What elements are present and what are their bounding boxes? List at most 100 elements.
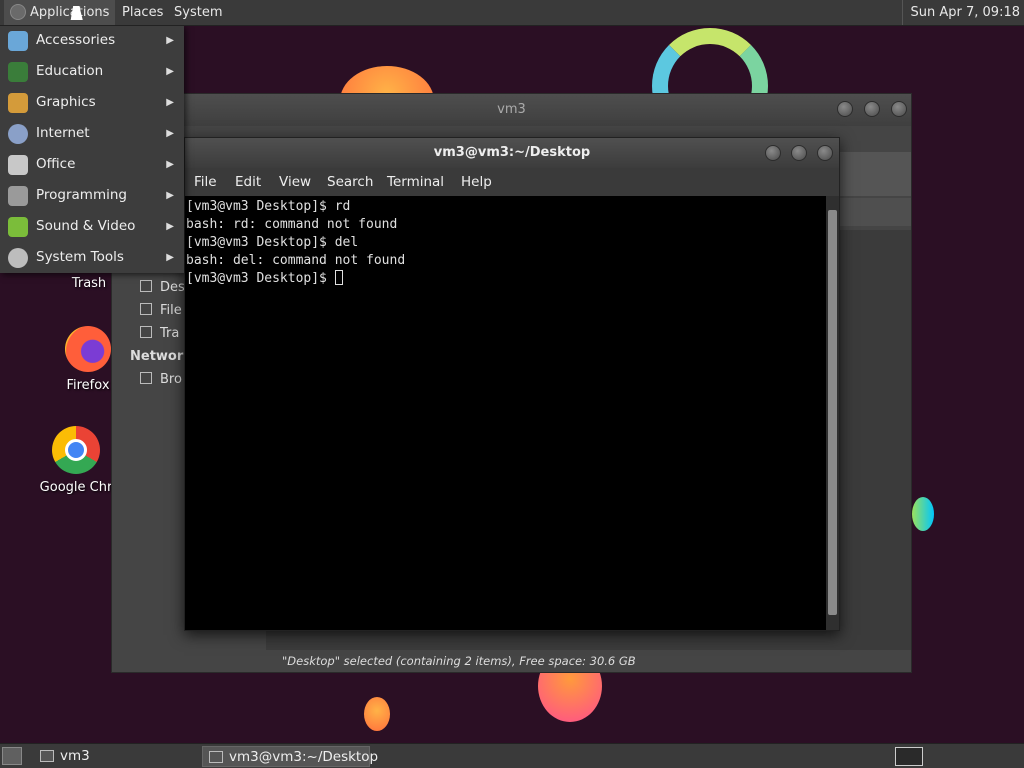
internet-icon xyxy=(8,124,28,144)
scrollbar-thumb[interactable] xyxy=(828,210,837,615)
sidebar-item-label: Tra xyxy=(160,326,180,341)
sidebar-item-desktop[interactable]: Des xyxy=(140,280,185,295)
system-menu-button[interactable]: System xyxy=(174,0,222,25)
menu-item-programming[interactable]: Programming ▶ xyxy=(0,180,184,211)
menu-item-graphics[interactable]: Graphics ▶ xyxy=(0,87,184,118)
terminal-window[interactable]: vm3@vm3:~/Desktop File Edit View Search … xyxy=(184,137,840,631)
office-icon xyxy=(8,155,28,175)
system-tools-icon xyxy=(8,248,28,268)
scrollbar[interactable] xyxy=(826,196,839,630)
applications-menu: Accessories ▶ Education ▶ Graphics ▶ Int… xyxy=(0,25,184,273)
menu-help[interactable]: Help xyxy=(461,168,492,196)
desktop-icon-trash[interactable]: Trash xyxy=(62,276,116,291)
chevron-right-icon: ▶ xyxy=(166,190,174,201)
chevron-right-icon: ▶ xyxy=(166,252,174,263)
menu-item-label: System Tools xyxy=(36,249,124,265)
menu-item-internet[interactable]: Internet ▶ xyxy=(0,118,184,149)
minimize-button[interactable] xyxy=(765,145,781,161)
desktop-icon-chrome[interactable]: Google Chr xyxy=(36,426,116,495)
sound-video-icon xyxy=(8,217,28,237)
top-panel: Applications Places System Sun Apr 7, 09… xyxy=(0,0,1024,26)
status-bar: "Desktop" selected (containing 2 items),… xyxy=(266,650,911,672)
show-desktop-button[interactable] xyxy=(2,747,22,765)
menu-item-label: Education xyxy=(36,63,104,79)
desktop-icon-label: Trash xyxy=(71,276,107,291)
taskbar-item-terminal[interactable]: vm3@vm3:~/Desktop xyxy=(202,746,378,767)
terminal-line: bash: rd: command not found xyxy=(186,217,398,232)
menu-item-system-tools[interactable]: System Tools ▶ xyxy=(0,242,184,273)
menu-item-label: Graphics xyxy=(36,94,96,110)
toolbar xyxy=(839,152,911,196)
maximize-button[interactable] xyxy=(791,145,807,161)
location-bar[interactable] xyxy=(839,198,911,226)
chrome-icon xyxy=(52,426,100,474)
menu-file[interactable]: File xyxy=(194,168,217,196)
chevron-right-icon: ▶ xyxy=(166,97,174,108)
taskbar-item-label: vm3 xyxy=(60,748,90,764)
trash-icon xyxy=(140,326,152,338)
window-titlebar[interactable]: vm3 xyxy=(112,94,911,126)
menu-item-label: Office xyxy=(36,156,76,172)
mouse-pointer-icon xyxy=(70,6,86,20)
applications-menu-button[interactable]: Applications xyxy=(4,0,116,25)
terminal-line: [vm3@vm3 Desktop]$ del xyxy=(186,235,359,250)
wallpaper-shape xyxy=(364,697,390,731)
taskbar-item-file-manager[interactable]: vm3 xyxy=(34,746,98,767)
window-title: vm3 xyxy=(497,102,526,117)
terminal-output[interactable]: [vm3@vm3 Desktop]$ rd bash: rd: command … xyxy=(185,196,826,630)
menu-view[interactable]: View xyxy=(279,168,311,196)
close-button[interactable] xyxy=(891,101,907,117)
menu-item-sound-video[interactable]: Sound & Video ▶ xyxy=(0,211,184,242)
text-cursor xyxy=(334,270,343,285)
menu-item-office[interactable]: Office ▶ xyxy=(0,149,184,180)
chevron-right-icon: ▶ xyxy=(166,159,174,170)
places-menu-button[interactable]: Places xyxy=(122,0,163,25)
folder-icon xyxy=(40,750,54,762)
menu-bar: File Edit View Search Terminal Help xyxy=(185,168,839,196)
terminal-line: [vm3@vm3 Desktop]$ rd xyxy=(186,199,351,214)
sidebar-item-filesystem[interactable]: File xyxy=(140,303,182,318)
sidebar-item-trash[interactable]: Tra xyxy=(140,326,179,341)
firefox-icon xyxy=(65,326,111,372)
chevron-right-icon: ▶ xyxy=(166,221,174,232)
graphics-icon xyxy=(8,93,28,113)
menu-item-label: Programming xyxy=(36,187,127,203)
window-title: vm3@vm3:~/Desktop xyxy=(433,145,591,160)
bottom-panel: vm3 vm3@vm3:~/Desktop xyxy=(0,743,1024,768)
education-icon xyxy=(8,62,28,82)
chevron-right-icon: ▶ xyxy=(166,128,174,139)
chevron-right-icon: ▶ xyxy=(166,35,174,46)
terminal-icon xyxy=(209,751,223,763)
menu-item-label: Accessories xyxy=(36,32,116,48)
accessories-icon xyxy=(8,31,28,51)
folder-icon xyxy=(140,280,152,292)
close-button[interactable] xyxy=(817,145,833,161)
drive-icon xyxy=(140,303,152,315)
desktop-icon-label: Google Chr xyxy=(39,480,113,495)
taskbar-item-label: vm3@vm3:~/Desktop xyxy=(229,749,379,765)
desktop: Trash Firefox Google Chr vm3 Des File Tr… xyxy=(0,0,1024,768)
distro-logo-icon xyxy=(10,4,26,20)
clock[interactable]: Sun Apr 7, 09:18 xyxy=(901,0,1020,25)
sidebar-item-browse-network[interactable]: Bro xyxy=(140,372,182,387)
menu-search[interactable]: Search xyxy=(327,168,373,196)
window-titlebar[interactable]: vm3@vm3:~/Desktop xyxy=(185,138,839,168)
menu-edit[interactable]: Edit xyxy=(235,168,261,196)
desktop-icon-label: Firefox xyxy=(66,378,110,393)
menu-terminal[interactable]: Terminal xyxy=(387,168,444,196)
terminal-prompt-line: [vm3@vm3 Desktop]$ xyxy=(186,270,826,288)
menu-item-label: Sound & Video xyxy=(36,218,136,234)
menu-item-education[interactable]: Education ▶ xyxy=(0,56,184,87)
programming-icon xyxy=(8,186,28,206)
menu-item-accessories[interactable]: Accessories ▶ xyxy=(0,25,184,56)
network-icon xyxy=(140,372,152,384)
wallpaper-shape xyxy=(912,497,934,531)
terminal-prompt: [vm3@vm3 Desktop]$ xyxy=(186,271,335,286)
sidebar-item-label: Des xyxy=(160,280,185,295)
terminal-line: bash: del: command not found xyxy=(186,253,406,268)
workspace-switcher[interactable] xyxy=(895,747,923,766)
maximize-button[interactable] xyxy=(864,101,880,117)
menu-item-label: Internet xyxy=(36,125,90,141)
minimize-button[interactable] xyxy=(837,101,853,117)
sidebar-heading-network: Network xyxy=(130,349,192,364)
